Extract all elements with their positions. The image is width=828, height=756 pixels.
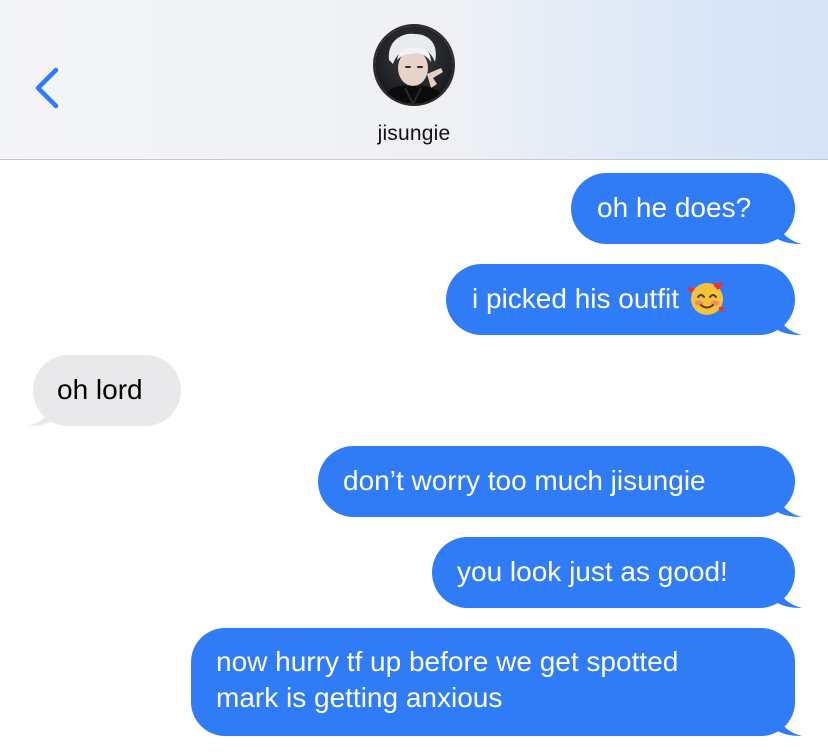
back-button[interactable]	[26, 62, 70, 114]
smiling-face-with-hearts-emoji	[687, 281, 725, 315]
message-text: you look just as good!	[457, 556, 728, 587]
contact-name[interactable]: jisungie	[0, 122, 828, 146]
message-bubble-sent[interactable]: i picked his outfit	[446, 264, 795, 335]
message-text-line: now hurry tf up before we get spotted	[216, 646, 679, 677]
message-bubble-sent[interactable]: oh he does?	[571, 173, 795, 244]
conversation-header: jisungie	[0, 0, 828, 160]
message-text: don’t worry too much jisungie	[343, 465, 706, 496]
bubble-tail-icon	[28, 398, 54, 426]
contact-avatar[interactable]	[373, 24, 455, 106]
message-bubble-sent[interactable]: now hurry tf up before we get spotted ma…	[191, 628, 795, 736]
chevron-left-icon	[35, 67, 59, 109]
message-text: oh he does?	[597, 192, 752, 223]
message-bubble-received[interactable]: oh lord	[33, 355, 181, 426]
message-bubble-sent[interactable]: don’t worry too much jisungie	[318, 446, 795, 517]
message-text: i picked his outfit	[472, 283, 679, 314]
message-text: oh lord	[57, 374, 143, 405]
message-bubble-sent[interactable]: you look just as good!	[432, 537, 795, 608]
message-text-line: mark is getting anxious	[216, 682, 503, 713]
message-thread: oh he does? i picked his outfit oh lord	[0, 160, 828, 756]
